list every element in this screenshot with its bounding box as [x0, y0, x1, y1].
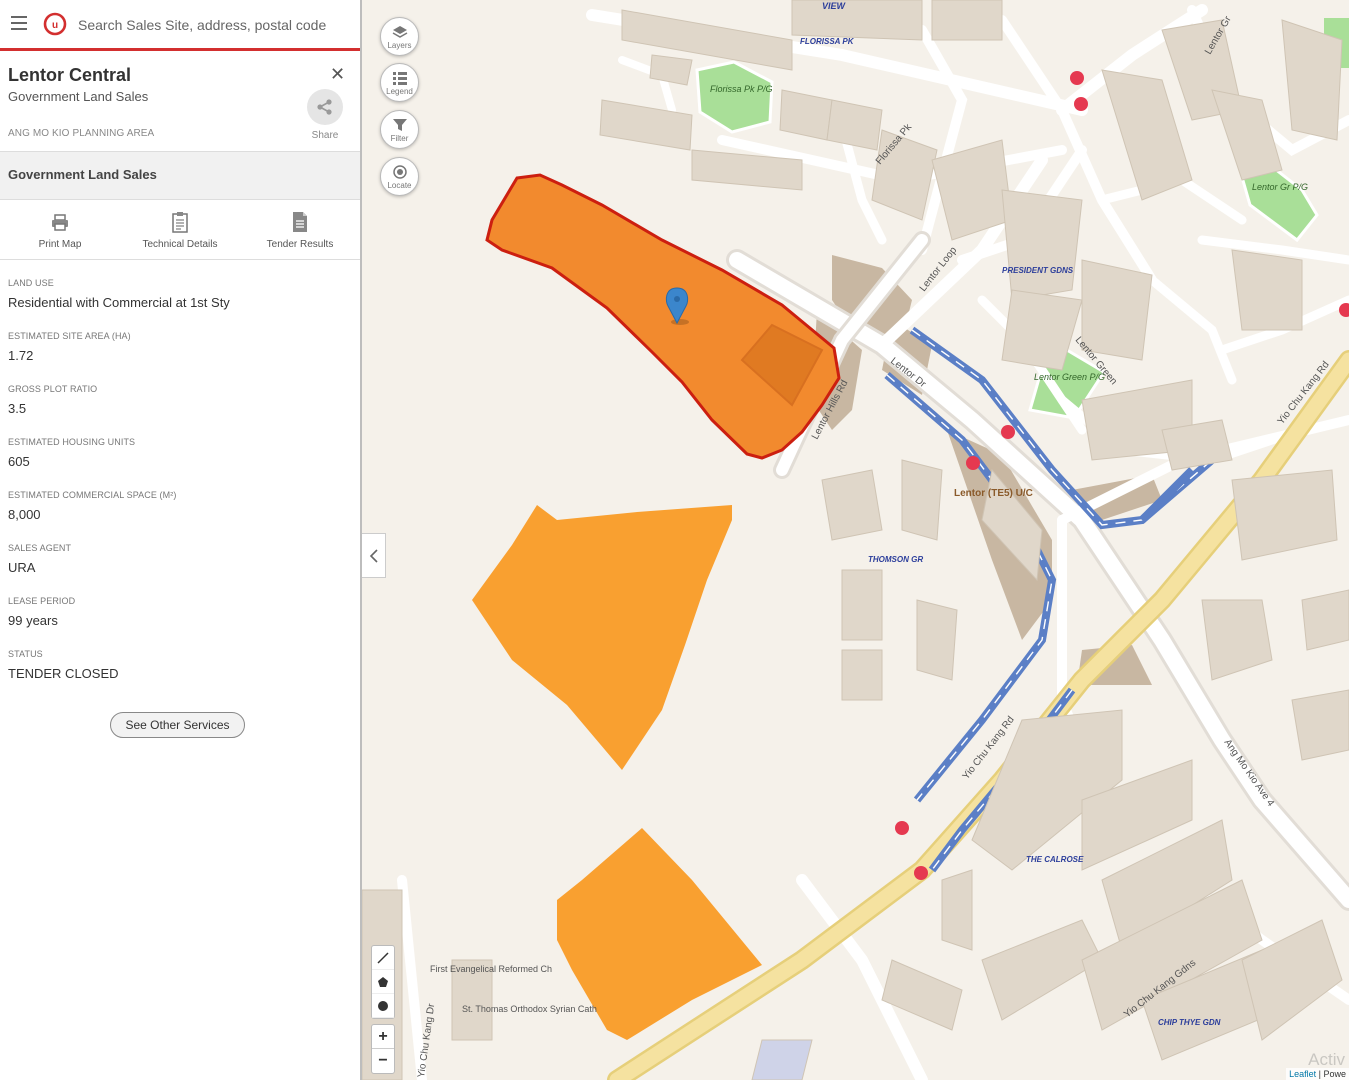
share-button[interactable] [307, 89, 343, 125]
line-icon [377, 951, 389, 964]
attribution-rest: | Powe [1318, 1069, 1346, 1079]
app-root: u Lentor Central Government Land Sales A… [0, 0, 1349, 1080]
site-header: Lentor Central Government Land Sales ANG… [0, 51, 360, 152]
field-housing-units: ESTIMATED HOUSING UNITS 605 [8, 437, 136, 469]
document-icon [293, 212, 307, 232]
pentagon-icon [378, 976, 388, 987]
selected-site-lentor-central[interactable] [485, 173, 841, 460]
zoom-control: + − [371, 1024, 395, 1074]
field-status: STATUS TENDER CLOSED [8, 649, 119, 681]
clipboard-icon [172, 212, 188, 233]
sidebar: u Lentor Central Government Land Sales A… [0, 0, 362, 1080]
measure-circle-tool[interactable] [372, 994, 394, 1018]
section-title: Government Land Sales [0, 152, 360, 200]
gls-site-south[interactable] [472, 505, 732, 770]
site-title: Lentor Central [8, 65, 132, 85]
park-label-lentor-green: Lentor Green P/G [1034, 372, 1105, 382]
share-icon [317, 99, 332, 115]
place-label-thomson-gr: THOMSON GR [868, 555, 923, 564]
map-attribution: Leaflet | Powe [1286, 1068, 1349, 1080]
chevron-left-icon [369, 548, 378, 563]
site-details: LAND USE Residential with Commercial at … [0, 260, 360, 702]
park-label-florissa: Florissa Pk P/G [710, 84, 773, 94]
action-bar: Print Map Technical Details Tender Resul… [0, 200, 360, 260]
print-map-label: Print Map [38, 239, 82, 250]
layers-label: Layers [387, 40, 412, 50]
search-input[interactable] [78, 13, 348, 37]
zoom-in-button[interactable]: + [372, 1025, 394, 1049]
place-label-view: VIEW [822, 1, 847, 11]
filter-label: Filter [390, 133, 409, 143]
technical-details-label: Technical Details [142, 239, 218, 250]
map-view[interactable]: Lentor Loop Lentor Dr Lentor Hills Rd Le… [362, 0, 1349, 1080]
place-label-st-thomas: St. Thomas Orthodox Syrian Cath [462, 1004, 597, 1014]
circle-icon [378, 1000, 388, 1011]
legend-button[interactable]: Legend [380, 63, 419, 102]
see-other-services-button[interactable]: See Other Services [110, 712, 245, 738]
draw-toolbar [371, 945, 395, 1019]
place-label-chip-thye-gdn: CHIP THYE GDN [1158, 1018, 1221, 1027]
legend-icon [392, 71, 407, 85]
place-label-president-gdns: PRESIDENT GDNS [1002, 266, 1074, 275]
field-lease-period: LEASE PERIOD 99 years [8, 596, 76, 628]
layers-button[interactable]: Layers [380, 17, 419, 56]
printer-icon [52, 214, 68, 231]
layers-icon [392, 25, 407, 38]
tender-results-label: Tender Results [266, 239, 334, 250]
activation-watermark: Activ [1308, 1050, 1345, 1069]
field-land-use: LAND USE Residential with Commercial at … [8, 278, 230, 310]
close-icon[interactable]: ✕ [330, 65, 345, 83]
place-label-florissa-pk: FLORISSA PK [800, 37, 855, 46]
print-map-button[interactable]: Print Map [0, 200, 120, 259]
field-commercial-space: ESTIMATED COMMERCIAL SPACE (M²) 8,000 [8, 490, 177, 522]
leaflet-link[interactable]: Leaflet [1289, 1069, 1316, 1079]
field-site-area: ESTIMATED SITE AREA (HA) 1.72 [8, 331, 131, 363]
measure-line-tool[interactable] [372, 946, 394, 970]
place-label-first-evangelical: First Evangelical Reformed Ch [430, 964, 552, 974]
svg-text:u: u [52, 20, 58, 31]
locate-icon [392, 164, 407, 179]
field-sales-agent: SALES AGENT URA [8, 543, 72, 575]
map-canvas[interactable]: Lentor Loop Lentor Dr Lentor Hills Rd Le… [362, 0, 1349, 1080]
locate-button[interactable]: Locate [380, 157, 419, 196]
park-label-lentor-gr: Lentor Gr P/G [1252, 182, 1308, 192]
filter-button[interactable]: Filter [380, 110, 419, 149]
planning-area: ANG MO KIO PLANNING AREA [8, 128, 155, 139]
search-bar: u [0, 0, 360, 51]
locate-label: Locate [387, 180, 412, 190]
collapse-sidebar-button[interactable] [362, 533, 386, 578]
site-subtitle: Government Land Sales [8, 89, 149, 104]
measure-polygon-tool[interactable] [372, 970, 394, 994]
place-label-lentor-station: Lentor (TE5) U/C [954, 488, 1033, 499]
tender-results-button[interactable]: Tender Results [240, 200, 360, 259]
menu-icon[interactable] [11, 16, 27, 30]
place-label-the-calrose: THE CALROSE [1026, 855, 1084, 864]
zoom-out-button[interactable]: − [372, 1049, 394, 1073]
share-label: Share [311, 130, 339, 141]
park-florissa [695, 60, 774, 134]
legend-label: Legend [386, 86, 413, 96]
filter-icon [392, 118, 407, 131]
field-plot-ratio: GROSS PLOT RATIO 3.5 [8, 384, 98, 416]
technical-details-button[interactable]: Technical Details [120, 200, 240, 259]
ura-logo: u [43, 12, 67, 36]
